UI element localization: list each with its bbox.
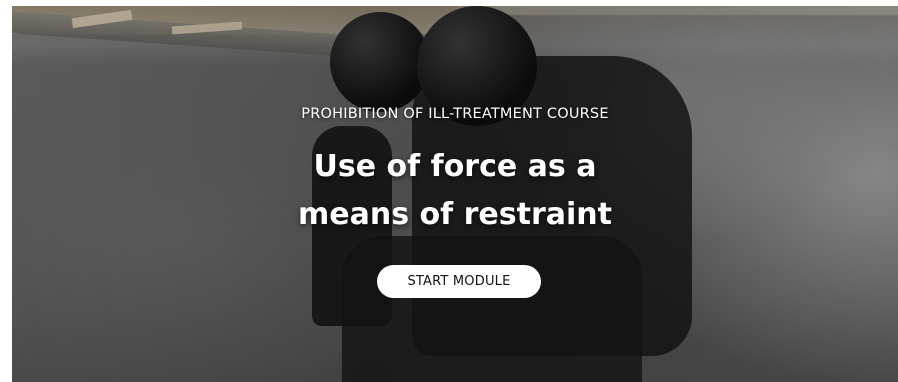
hero-banner: PROHIBITION OF ILL-TREATMENT COURSE Use … [12, 6, 898, 382]
module-title: Use of force as a means of restraint [12, 143, 898, 239]
course-label: PROHIBITION OF ILL-TREATMENT COURSE [301, 106, 609, 122]
module-title-line-1: Use of force as a [313, 149, 597, 184]
hero-content: PROHIBITION OF ILL-TREATMENT COURSE Use … [12, 6, 898, 382]
start-module-button[interactable]: START MODULE [377, 265, 541, 298]
module-title-line-2: means of restraint [298, 197, 612, 232]
